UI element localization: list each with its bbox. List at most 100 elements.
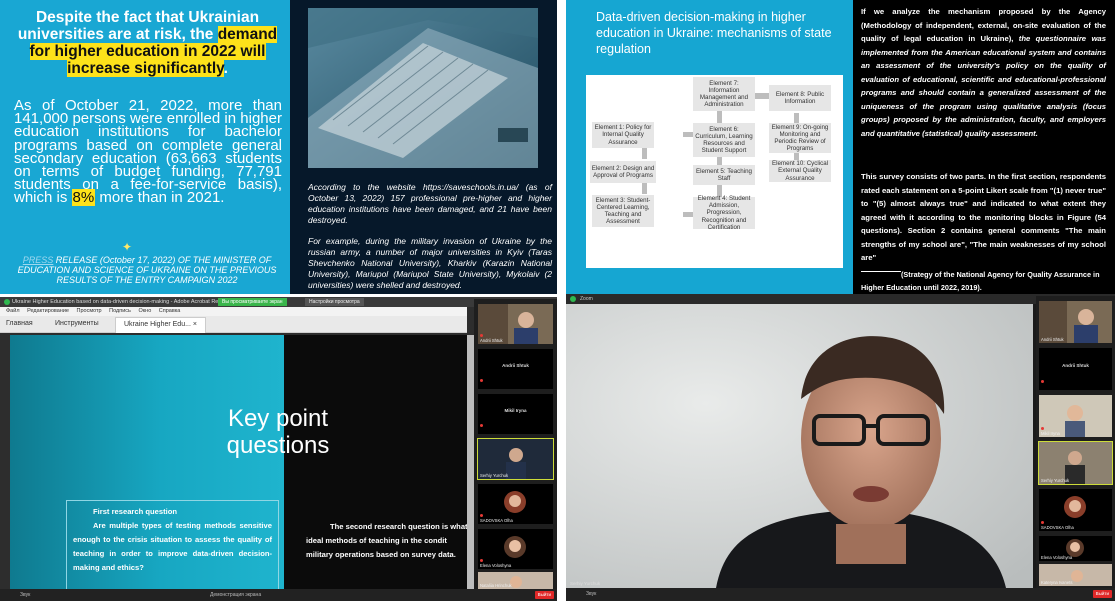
slide-left-panel: Despite the fact that Ukrainian universi…	[0, 0, 290, 294]
mic-muted-icon	[480, 379, 483, 382]
participant-tile-active[interactable]: Serhiy Yurchuk	[1038, 441, 1113, 485]
participant-name: Andrii Shtuk	[480, 338, 503, 343]
participant-name: Serhiy Yurchuk	[480, 473, 509, 478]
zoom-status-icon	[570, 296, 576, 302]
leave-button[interactable]: Выйти	[1092, 590, 1112, 598]
participant-name: Serhiy Yurchuk	[1041, 478, 1070, 483]
first-research-question: First research question Are multiple typ…	[66, 500, 279, 589]
view-options-button[interactable]: Настройки просмотра	[305, 298, 364, 306]
slide-headline: Despite the fact that Ukrainian universi…	[15, 9, 280, 77]
participant-name: Mikil Iryna	[504, 408, 527, 413]
menu-sign[interactable]: Подпись	[109, 308, 131, 314]
participant-name: SADOVSKA Olha	[480, 518, 513, 523]
slide-title: Key point questions	[226, 405, 330, 459]
participant-name: Nataliia Hrinchuk	[480, 583, 512, 588]
menu-file[interactable]: Файл	[6, 308, 20, 314]
participant-tile[interactable]: Mikil Iryna	[1039, 395, 1112, 437]
zoom-speaker-window: Zoom Serhiy Yurchuk Andrii Shtuk Andrii …	[566, 294, 1115, 601]
acrobat-zoom-window: Ukraine Higher Education based on data-d…	[0, 297, 557, 601]
damaged-building-photo	[308, 8, 538, 168]
mic-muted-icon	[480, 559, 483, 562]
slide-right-panel: According to the website https://savesch…	[290, 0, 557, 294]
participant-gallery: Andrii Shtuk Andrii Shtuk Mikil Iryna Se…	[474, 299, 557, 589]
participant-tile[interactable]: Andrii Shtuk	[1039, 301, 1112, 343]
element-8-box: Element 8: Public Information	[769, 85, 831, 111]
participant-name: Mikil Iryna	[1041, 431, 1060, 436]
universities-paragraph: For example, during the military invasio…	[308, 236, 552, 290]
audio-button[interactable]: Звук	[20, 589, 30, 601]
participant-tile[interactable]: Elena Voloshyna	[478, 529, 553, 569]
element-4-box: Element 4: Student Admission, Progressio…	[693, 195, 755, 231]
participant-name: Elena Voloshyna	[1041, 555, 1073, 560]
element-7-box: Element 7: Information Management and Ad…	[693, 77, 755, 111]
acrobat-tab-bar: Главная Инструменты Ukraine Higher Edu..…	[0, 316, 467, 333]
slide-left-panel: Data-driven decision-making in higher ed…	[566, 0, 853, 294]
participant-name: Andrii Shtuk	[1041, 337, 1064, 342]
percent-highlight: 8%	[71, 189, 96, 207]
participant-tile[interactable]: Elena Voloshyna	[1039, 536, 1112, 561]
leave-button[interactable]: Выйти	[534, 591, 554, 599]
sparkle-icon: ✦	[122, 240, 133, 254]
menu-window[interactable]: Окно	[138, 308, 151, 314]
screen-share-label[interactable]: Демонстрация экрана	[210, 589, 261, 601]
speaker-name-label: Serhiy Yurchuk	[570, 581, 601, 586]
zoom-toolbar: Звук Демонстрация экрана Выйти	[0, 589, 557, 601]
mic-muted-icon	[1041, 427, 1044, 430]
scrollbar[interactable]	[467, 335, 474, 589]
zoom-titlebar: Zoom	[566, 294, 1115, 304]
element-6-box: Element 6: Curriculum, Learning Resource…	[693, 123, 755, 157]
element-5-box: Element 5: Teaching Staff	[693, 165, 755, 185]
participant-name: Elena Voloshyna	[480, 563, 512, 568]
tab-document[interactable]: Ukraine Higher Edu... ×	[115, 317, 206, 333]
mic-muted-icon	[480, 514, 483, 517]
headline-end: .	[223, 60, 228, 77]
audio-button[interactable]: Звук	[586, 588, 596, 601]
participant-tile[interactable]: Andrii Shtuk	[478, 304, 553, 344]
participant-tile-active[interactable]: Serhiy Yurchuk	[477, 438, 554, 480]
participant-tile[interactable]: Andrii Shtuk	[1039, 348, 1112, 390]
participant-tile[interactable]: Nataliia Hrinchuk	[478, 572, 553, 589]
zoom-share-icon	[4, 299, 10, 305]
mic-muted-icon	[480, 424, 483, 427]
rq1-text: Are multiple types of testing methods se…	[73, 521, 272, 572]
enrollment-text-end: more than in 2021.	[95, 189, 225, 207]
zoom-toolbar: Звук Выйти	[566, 588, 1115, 601]
source-text: RELEASE (October 17, 2022) OF THE MINIST…	[17, 255, 277, 285]
element-2-box: Element 2: Design and Approval of Progra…	[590, 161, 656, 183]
press-link[interactable]: PRESS	[23, 255, 54, 265]
participant-tile[interactable]: SADOVSKA Olha	[1039, 489, 1112, 531]
methodology-italic: the questionnaire was implemented from t…	[861, 34, 1106, 138]
slide-right-panel: If we analyze the mechanism proposed by …	[853, 0, 1115, 294]
participant-tile[interactable]: SADOVSKA Olha	[478, 484, 553, 524]
tab-home[interactable]: Главная	[6, 316, 33, 332]
menu-view[interactable]: Просмотр	[77, 308, 102, 314]
survey-paragraph: This survey consists of two parts. In th…	[861, 172, 1106, 262]
window-title: Zoom	[580, 296, 593, 302]
menu-edit[interactable]: Редактирование	[27, 308, 69, 314]
participant-name: Andrii Shtuk	[502, 363, 529, 368]
tab-tools[interactable]: Инструменты	[55, 316, 99, 332]
participant-tile[interactable]: Kateryna Ivanets	[1039, 564, 1112, 586]
participant-gallery: Andrii Shtuk Andrii Shtuk Mikil Iryna Se…	[1036, 296, 1115, 588]
second-research-question: The second research question is what ide…	[306, 522, 467, 559]
rq1-heading: First research question	[93, 507, 177, 516]
participant-name: SADOVSKA Olha	[1041, 525, 1074, 530]
participant-tile[interactable]: Andrii Shtuk	[478, 349, 553, 389]
element-9-box: Element 9: On-going Monitoring and Perio…	[769, 123, 831, 153]
quality-elements-diagram: Element 7: Information Management and Ad…	[586, 75, 843, 268]
strategy-citation: (Strategy of the National Agency for Qua…	[861, 270, 1100, 292]
speaker-video	[566, 304, 1033, 588]
menu-help[interactable]: Справка	[159, 308, 181, 314]
element-10-box: Element 10: Cyclical External Quality As…	[769, 160, 831, 182]
participant-name: Andrii Shtuk	[1062, 363, 1089, 368]
participant-tile[interactable]: Mikil Iryna	[478, 394, 553, 434]
slide-enrollment: Despite the fact that Ukrainian universi…	[0, 0, 557, 294]
tab-document-label: Ukraine Higher Edu...	[124, 321, 191, 328]
element-1-box: Element 1: Policy for Internal Quality A…	[592, 122, 654, 148]
close-icon[interactable]: ×	[193, 321, 197, 328]
element-3-box: Element 3: Student-Centered Learning, Te…	[592, 195, 654, 227]
mic-muted-icon	[480, 334, 483, 337]
presentation-slide: Key point questions First research quest…	[10, 335, 467, 589]
window-title: Ukraine Higher Education based on data-d…	[12, 299, 230, 305]
slide-title: Data-driven decision-making in higher ed…	[596, 10, 832, 56]
